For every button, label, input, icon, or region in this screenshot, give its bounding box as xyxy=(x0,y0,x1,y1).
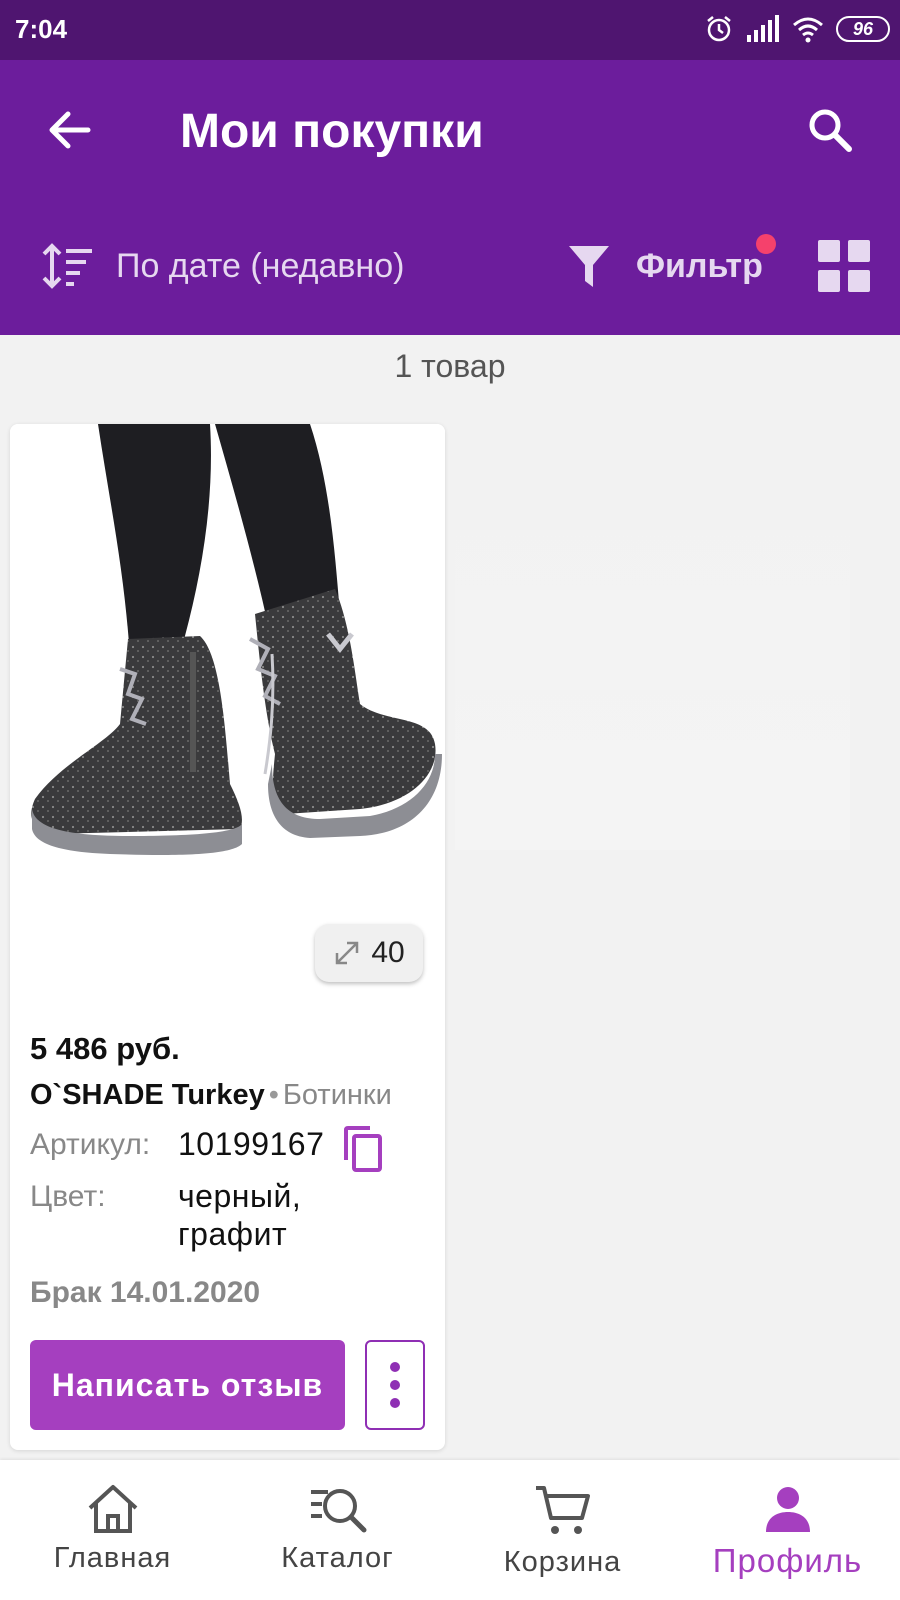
nav-item-catalog[interactable]: Каталог xyxy=(225,1460,450,1600)
dot xyxy=(390,1362,400,1372)
search-button[interactable] xyxy=(800,100,860,160)
nav-label-cart: Корзина xyxy=(503,1546,622,1578)
sort-button[interactable]: По дате (недавно) xyxy=(40,236,404,296)
size-value: 40 xyxy=(371,936,405,969)
article-value: 10199167 xyxy=(178,1126,325,1162)
catalog-search-icon xyxy=(310,1489,366,1533)
battery-level: 96 xyxy=(852,18,874,39)
search-icon xyxy=(809,109,852,152)
filter-active-indicator xyxy=(756,234,776,254)
nav-label-profile: Профиль xyxy=(712,1542,863,1579)
brand-line: O`SHADE Turkey • Ботинки xyxy=(30,1079,392,1112)
boots-photo xyxy=(31,424,442,855)
article-label: Артикул: xyxy=(30,1128,151,1161)
filter-button[interactable]: Фильтр xyxy=(568,234,776,296)
alarm-icon xyxy=(707,16,731,42)
product-category: Ботинки xyxy=(282,1079,392,1111)
product-brand: O`SHADE Turkey xyxy=(30,1079,265,1111)
empty-slot xyxy=(455,430,850,850)
bottom-navigation: Главная Каталог Корзина Профиль xyxy=(0,1460,900,1600)
app-bar: Мои покупки По дате (недавно) Фильтр xyxy=(0,60,900,335)
nav-label-catalog: Каталог xyxy=(281,1542,394,1574)
grid-view-icon[interactable] xyxy=(818,240,870,292)
filter-label: Фильтр xyxy=(636,246,763,285)
status-bar: 7:04 96 xyxy=(0,0,900,60)
status-icons: 96 xyxy=(704,14,890,44)
nav-item-cart[interactable]: Корзина xyxy=(450,1460,675,1600)
brand-separator: • xyxy=(268,1079,279,1111)
grid-cell xyxy=(848,240,870,262)
back-button[interactable] xyxy=(40,100,100,160)
product-card[interactable]: 40 5 486 руб. O`SHADE Turkey • Ботинки Арт… xyxy=(10,424,445,1450)
status-time: 7:04 xyxy=(15,14,68,44)
arrow-left-icon xyxy=(49,111,91,149)
wifi-icon xyxy=(793,17,823,43)
dot xyxy=(390,1380,400,1390)
copy-icon xyxy=(344,1126,382,1172)
product-image[interactable]: 40 xyxy=(10,424,445,1004)
grid-cell xyxy=(818,270,840,292)
expand-arrows-icon xyxy=(336,941,359,965)
profile-icon xyxy=(765,1487,810,1532)
signal-icon xyxy=(747,15,779,42)
product-price: 5 486 руб. xyxy=(30,1031,180,1066)
nav-label-home: Главная xyxy=(53,1542,172,1574)
sort-label: По дате (недавно) xyxy=(116,246,405,285)
purchase-status: Брак 14.01.2020 xyxy=(30,1276,261,1309)
color-label: Цвет: xyxy=(30,1180,106,1213)
dot xyxy=(390,1398,400,1408)
color-value-line1: черный, xyxy=(178,1178,302,1214)
nav-item-home[interactable]: Главная xyxy=(0,1460,225,1600)
page-title: Мои покупки xyxy=(180,105,484,158)
home-icon xyxy=(88,1485,137,1533)
filter-icon xyxy=(569,246,609,287)
copy-article-button[interactable] xyxy=(340,1124,386,1174)
write-review-button[interactable]: Написать отзыв xyxy=(30,1340,345,1430)
size-chip: 40 xyxy=(315,924,423,982)
nav-item-profile[interactable]: Профиль xyxy=(675,1460,900,1600)
results-count: 1 товар xyxy=(394,348,506,384)
battery-icon: 96 xyxy=(836,16,890,42)
grid-cell xyxy=(818,240,840,262)
sort-icon xyxy=(42,243,92,289)
grid-cell xyxy=(848,270,870,292)
color-value-line2: графит xyxy=(178,1216,288,1252)
more-options-button[interactable] xyxy=(365,1340,425,1430)
cart-icon xyxy=(535,1486,590,1534)
